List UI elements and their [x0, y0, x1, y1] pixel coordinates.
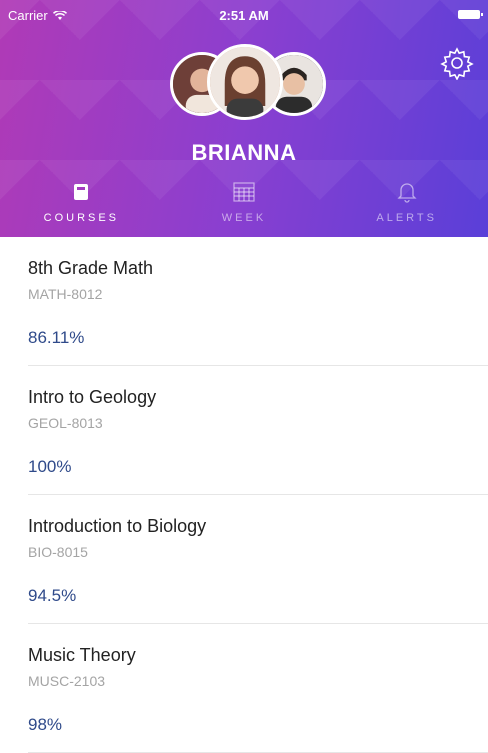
calendar-icon — [233, 178, 255, 206]
course-title: Introduction to Biology — [28, 516, 207, 536]
student-avatars — [0, 44, 488, 134]
profile-header: Carrier 2:51 AM BRIANNA COURSES WEEK ALE… — [0, 0, 488, 237]
tab-week[interactable]: WEEK — [163, 178, 326, 233]
tab-alerts-label: ALERTS — [376, 212, 437, 224]
tab-courses[interactable]: COURSES — [0, 178, 163, 233]
course-grade: 86.11% — [28, 328, 85, 347]
course-code: MUSC-2103 — [28, 673, 106, 689]
course-grade: 98% — [28, 715, 63, 734]
tab-bar: COURSES WEEK ALERTS — [0, 178, 488, 233]
tab-alerts[interactable]: ALERTS — [325, 178, 488, 233]
avatar-selected-student[interactable] — [207, 44, 283, 120]
course-row[interactable]: Intro to Geology GEOL-8013 100% — [0, 366, 488, 495]
course-title: 8th Grade Math — [28, 258, 154, 278]
course-code: MATH-8012 — [28, 286, 103, 302]
status-bar: Carrier 2:51 AM — [0, 0, 488, 30]
course-code: BIO-8015 — [28, 544, 88, 560]
course-row[interactable]: Introduction to Biology BIO-8015 94.5% — [0, 495, 488, 624]
course-list: 8th Grade Math MATH-8012 86.11% Intro to… — [0, 237, 488, 753]
student-name: BRIANNA — [191, 140, 297, 165]
course-title: Music Theory — [28, 645, 136, 665]
course-grade: 94.5% — [28, 586, 77, 605]
course-code: GEOL-8013 — [28, 415, 103, 431]
course-title: Intro to Geology — [28, 387, 157, 407]
course-row[interactable]: Music Theory MUSC-2103 98% — [0, 624, 488, 753]
course-book-icon — [73, 178, 89, 206]
clock: 2:51 AM — [219, 8, 269, 23]
course-grade: 100% — [28, 457, 72, 476]
tab-courses-label: COURSES — [43, 212, 120, 224]
bell-icon — [397, 178, 417, 206]
tab-week-label: WEEK — [221, 212, 267, 224]
battery-icon — [458, 10, 483, 19]
course-row[interactable]: 8th Grade Math MATH-8012 86.11% — [0, 237, 488, 366]
